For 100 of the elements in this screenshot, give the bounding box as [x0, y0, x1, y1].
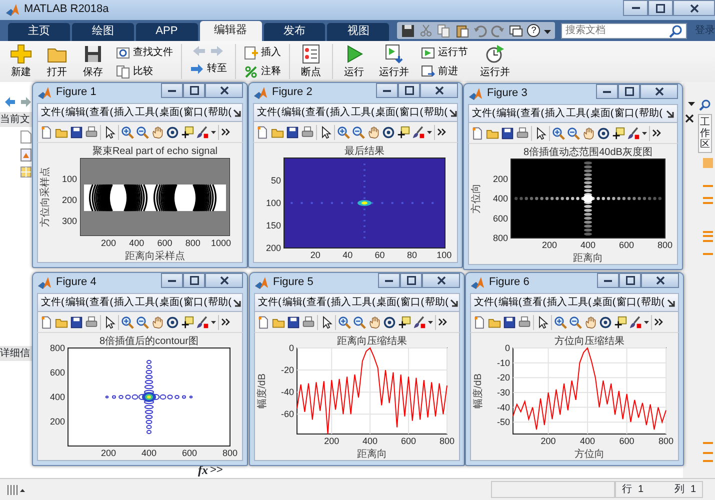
menu-item[interactable]: 编辑(	[281, 106, 305, 118]
toolbar-button[interactable]: 打开	[42, 41, 72, 79]
ribbon-tab[interactable]: 视图	[327, 23, 390, 41]
menu-item[interactable]: 桌面(	[376, 296, 400, 308]
figure-window[interactable]: Figure 5 文件(编辑(查看(插入工具(桌面(窗口(帮助( 距离向压缩结果 200 400 600 800 -60 -40 -20 0 距离向 幅度/dB	[249, 272, 465, 466]
menu-item[interactable]: 编辑(	[65, 106, 89, 118]
figure-window[interactable]: Figure 3 文件(编辑(查看(插入工具(桌面(窗口(帮助( 8倍插值动态范围40dB灰度图 200 400 600 800 200 400 600 800 距离向 方位向	[463, 83, 683, 270]
search-box[interactable]: 搜索文档	[561, 22, 687, 38]
window-title: Figure 6	[489, 276, 530, 290]
menu-item[interactable]: 插入	[330, 106, 350, 118]
menu-item[interactable]: 窗口(	[184, 296, 208, 308]
menu-item[interactable]: 文件(	[257, 106, 280, 118]
menu-item[interactable]: 工具(	[135, 106, 158, 118]
menu-item[interactable]: 编辑(	[496, 108, 520, 120]
toolbar-button[interactable]: 运行并	[476, 41, 514, 79]
tick-label: -10	[496, 358, 510, 368]
menu-item[interactable]: 文件(	[41, 106, 64, 118]
tick-label: 400	[129, 238, 144, 248]
axis-label: 距离向	[573, 253, 603, 264]
figure-window[interactable]: Figure 2 文件(编辑(查看(插入工具(桌面(窗口(帮助( 最后结果 20 40 60 80 100 50 100 150 200	[248, 82, 463, 268]
plot-title: 聚束Real part of echo signal	[92, 146, 218, 157]
menu-item[interactable]: 插入	[545, 108, 566, 120]
ribbon-tab[interactable]: APP	[136, 23, 198, 41]
toolbar-button[interactable]: 插入	[242, 44, 283, 61]
tick-label: 200	[540, 436, 556, 446]
menu-item[interactable]: 编辑(	[65, 296, 89, 308]
menu-item[interactable]: 编辑(	[498, 296, 522, 308]
toolbar-button[interactable]: 运行节	[419, 44, 470, 61]
toolbar-button[interactable]: 新建	[6, 41, 36, 79]
menu-item[interactable]: 工具(	[135, 296, 158, 308]
menu-item[interactable]: 窗口(	[184, 106, 208, 118]
toolbar-button[interactable]: 断点	[296, 41, 326, 79]
figure-window[interactable]: Figure 6 文件(编辑(查看(插入工具(桌面(窗口(帮助( 方位向压缩结果 200 400 600 800 -50 -40 -30 -20 -10 0 方位向 幅度/dB	[465, 272, 684, 466]
menu-item[interactable]: 编辑(	[282, 296, 306, 308]
tick-label: 400	[492, 194, 508, 204]
tick-label: 100	[436, 250, 452, 260]
menu-item[interactable]: 桌面(	[592, 296, 616, 308]
menu-item[interactable]: 插入	[547, 296, 568, 308]
help-button[interactable]: ?	[527, 24, 540, 37]
menu-item[interactable]: 帮助(	[639, 108, 662, 120]
tick-label: 600	[182, 448, 198, 458]
menu-item[interactable]: 工具(	[566, 108, 590, 120]
menu-item[interactable]: 桌面(	[159, 296, 183, 308]
menu-item[interactable]: 桌面(	[159, 106, 183, 118]
tick-label: 600	[492, 213, 508, 224]
menu-item[interactable]: 工具(	[568, 296, 592, 308]
menu-item[interactable]: 帮助(	[424, 106, 448, 118]
menu-item[interactable]: 查看(	[306, 296, 330, 308]
status-label: 列	[674, 484, 684, 496]
toolbar-button[interactable]: 运行	[339, 41, 369, 79]
menu-item[interactable]: 文件(	[41, 296, 64, 308]
ribbon-tab[interactable]: 发布	[264, 23, 326, 41]
menu-item[interactable]: 帮助(	[425, 296, 448, 308]
menu-item[interactable]: 插入	[114, 296, 134, 308]
toolbar-button[interactable]: 前进	[419, 63, 470, 80]
tick-label: 0	[504, 343, 510, 353]
menu-item[interactable]: 工具(	[351, 106, 374, 118]
menu-item[interactable]: 插入	[331, 296, 352, 308]
toolbar-button[interactable]: 注释	[242, 63, 283, 80]
figure-window[interactable]: Figure 4 文件(编辑(查看(插入工具(桌面(窗口(帮助( 8倍插值后的contour图 200 400 600 800 800 600 400 200	[32, 272, 248, 466]
menu-item[interactable]: 查看(	[306, 106, 330, 118]
menu-item[interactable]: 插入	[114, 106, 134, 118]
status-label: 行	[622, 484, 632, 496]
axis-label: 距离向	[357, 449, 387, 460]
function-icon[interactable]: fx	[198, 463, 208, 478]
axis-label: 方位向	[471, 184, 482, 214]
tick-label: 20	[310, 250, 320, 260]
menu-item[interactable]: 查看(	[522, 296, 546, 308]
menu-item[interactable]: 查看(	[520, 108, 544, 120]
menu-item[interactable]: 帮助(	[208, 296, 232, 308]
tick-label: 200	[100, 238, 116, 248]
menu-item[interactable]: 窗口(	[616, 296, 640, 308]
toolbar-button[interactable]: 转至	[188, 60, 229, 77]
menu-item[interactable]: 窗口(	[614, 108, 638, 120]
menu-item[interactable]: 桌面(	[590, 108, 614, 120]
menu-item[interactable]: 帮助(	[208, 106, 232, 118]
menu-item[interactable]: 文件(	[472, 108, 496, 120]
menu-item[interactable]: 桌面(	[375, 106, 399, 118]
toolbar-button[interactable]: 比较	[114, 63, 175, 80]
ribbon-tab[interactable]: 编辑器	[200, 21, 262, 41]
ribbon-tab[interactable]: 绘图	[72, 23, 134, 41]
menu-item[interactable]: 窗口(	[400, 106, 424, 118]
tick-label: -60	[280, 409, 294, 420]
menu-item[interactable]: 工具(	[352, 296, 376, 308]
tick-label: 1000	[210, 238, 232, 248]
toolbar-button[interactable]: 保存	[78, 41, 108, 79]
menu-item[interactable]: 文件(	[474, 296, 498, 308]
tick-label: 200	[542, 240, 558, 250]
menu-item[interactable]: 窗口(	[400, 296, 424, 308]
tick-label: 40	[342, 250, 353, 260]
figure-window[interactable]: Figure 1 文件(编辑(查看(插入工具(桌面(窗口(帮助( 聚束Real part of echo signal 200 400 600 800 1000 100 200 300 距离向采样点 方位向采样点	[32, 82, 248, 268]
menu-item[interactable]: 查看(	[90, 296, 114, 308]
status-value: 1	[690, 484, 696, 496]
menu-item[interactable]: 查看(	[90, 106, 114, 118]
ribbon-tab[interactable]: 主页	[8, 23, 70, 41]
menu-item[interactable]: 帮助(	[641, 296, 664, 308]
toolbar-button[interactable]: 运行并	[375, 41, 413, 79]
toolbar-button[interactable]: 查找文件	[114, 44, 175, 61]
panel-tab[interactable]: 工作区	[698, 114, 712, 153]
menu-item[interactable]: 文件(	[258, 296, 282, 308]
